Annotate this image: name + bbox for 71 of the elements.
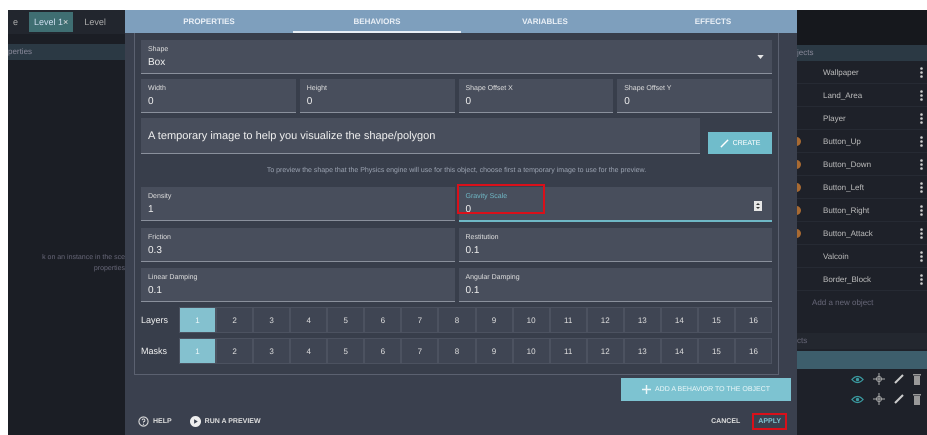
bit-toggle[interactable]: 12 bbox=[586, 307, 624, 333]
more-icon[interactable] bbox=[920, 66, 923, 78]
bit-toggle[interactable]: 9 bbox=[476, 338, 513, 364]
bit-toggle[interactable]: 13 bbox=[624, 338, 661, 364]
scene-tab[interactable]: Level 1× bbox=[29, 12, 74, 32]
panel-header: perties bbox=[8, 44, 125, 60]
object-item[interactable]: Button_Left bbox=[797, 176, 927, 199]
bit-toggle[interactable]: 4 bbox=[290, 338, 328, 364]
bit-toggle[interactable]: 5 bbox=[327, 338, 364, 364]
object-item[interactable]: Valcoin bbox=[797, 245, 927, 268]
bit-toggle[interactable]: 12 bbox=[586, 338, 624, 364]
row-label: Layers bbox=[141, 314, 170, 327]
bit-toggle[interactable]: 3 bbox=[253, 338, 290, 364]
brush-icon bbox=[720, 138, 729, 148]
move-icon[interactable] bbox=[873, 373, 885, 385]
eye-icon[interactable] bbox=[851, 394, 864, 404]
object-item[interactable]: Button_Attack bbox=[797, 222, 927, 245]
bit-toggle[interactable]: 2 bbox=[216, 307, 254, 333]
bit-toggle[interactable]: 7 bbox=[401, 338, 438, 364]
bit-toggle[interactable]: 14 bbox=[660, 338, 698, 364]
more-icon[interactable] bbox=[920, 112, 923, 124]
eye-icon[interactable] bbox=[851, 374, 864, 384]
bit-toggle[interactable]: 16 bbox=[734, 307, 772, 333]
object-item[interactable]: Land_Area bbox=[797, 84, 927, 107]
bit-toggle[interactable]: 15 bbox=[698, 338, 735, 364]
image-field[interactable]: A temporary image to help you visualize the shape/polygon bbox=[141, 118, 700, 154]
plus-icon bbox=[642, 385, 651, 394]
play-icon bbox=[190, 416, 201, 426]
bit-toggle[interactable]: 6 bbox=[364, 338, 402, 364]
bit-toggle[interactable]: 15 bbox=[698, 307, 735, 333]
more-icon[interactable] bbox=[920, 274, 923, 284]
scene-tab[interactable]: Level bbox=[79, 12, 111, 32]
object-item[interactable]: Button_Up bbox=[797, 130, 927, 153]
more-icon[interactable] bbox=[920, 136, 923, 146]
bit-toggle[interactable]: 11 bbox=[550, 338, 587, 364]
trash-icon[interactable] bbox=[913, 394, 921, 404]
more-icon[interactable] bbox=[920, 250, 923, 262]
row-label: Masks bbox=[141, 345, 168, 358]
bit-toggle[interactable]: 6 bbox=[364, 307, 402, 333]
scene-tab[interactable]: e bbox=[8, 12, 24, 32]
bit-toggle[interactable]: 16 bbox=[734, 338, 772, 364]
bit-toggle[interactable]: 8 bbox=[438, 338, 476, 364]
more-icon[interactable] bbox=[920, 228, 923, 238]
bit-toggle[interactable]: 2 bbox=[216, 338, 254, 364]
object-item[interactable]: Wallpaper bbox=[797, 61, 927, 84]
object-item[interactable]: Button_Right bbox=[797, 199, 927, 222]
more-icon[interactable] bbox=[920, 182, 923, 192]
panel-header: cts bbox=[797, 333, 927, 349]
bit-toggle[interactable]: 10 bbox=[512, 338, 550, 364]
bit-toggle[interactable]: 5 bbox=[327, 307, 364, 333]
move-icon[interactable] bbox=[873, 393, 885, 405]
spinner-icon[interactable] bbox=[754, 201, 762, 211]
more-icon[interactable] bbox=[920, 204, 923, 216]
bit-toggle[interactable]: 14 bbox=[660, 307, 698, 333]
bit-toggle[interactable]: 4 bbox=[290, 307, 328, 333]
bit-toggle[interactable]: 11 bbox=[550, 307, 587, 333]
bit-toggle[interactable]: 8 bbox=[438, 307, 476, 333]
help-icon bbox=[138, 416, 149, 426]
caret-icon bbox=[757, 55, 764, 59]
bit-toggle[interactable]: 3 bbox=[253, 307, 290, 333]
bit-toggle[interactable]: 7 bbox=[401, 307, 438, 333]
trash-icon[interactable] bbox=[913, 374, 921, 384]
object-item[interactable]: Button_Down bbox=[797, 153, 927, 176]
panel-header: jects bbox=[797, 45, 927, 61]
bit-toggle[interactable]: 9 bbox=[476, 307, 513, 333]
more-icon[interactable] bbox=[920, 158, 923, 170]
bit-toggle[interactable]: 10 bbox=[512, 307, 550, 333]
bit-toggle[interactable]: 13 bbox=[624, 307, 661, 333]
more-icon[interactable] bbox=[920, 90, 923, 100]
object-item[interactable]: Player bbox=[797, 107, 927, 130]
object-item[interactable]: Border_Block bbox=[797, 268, 927, 291]
